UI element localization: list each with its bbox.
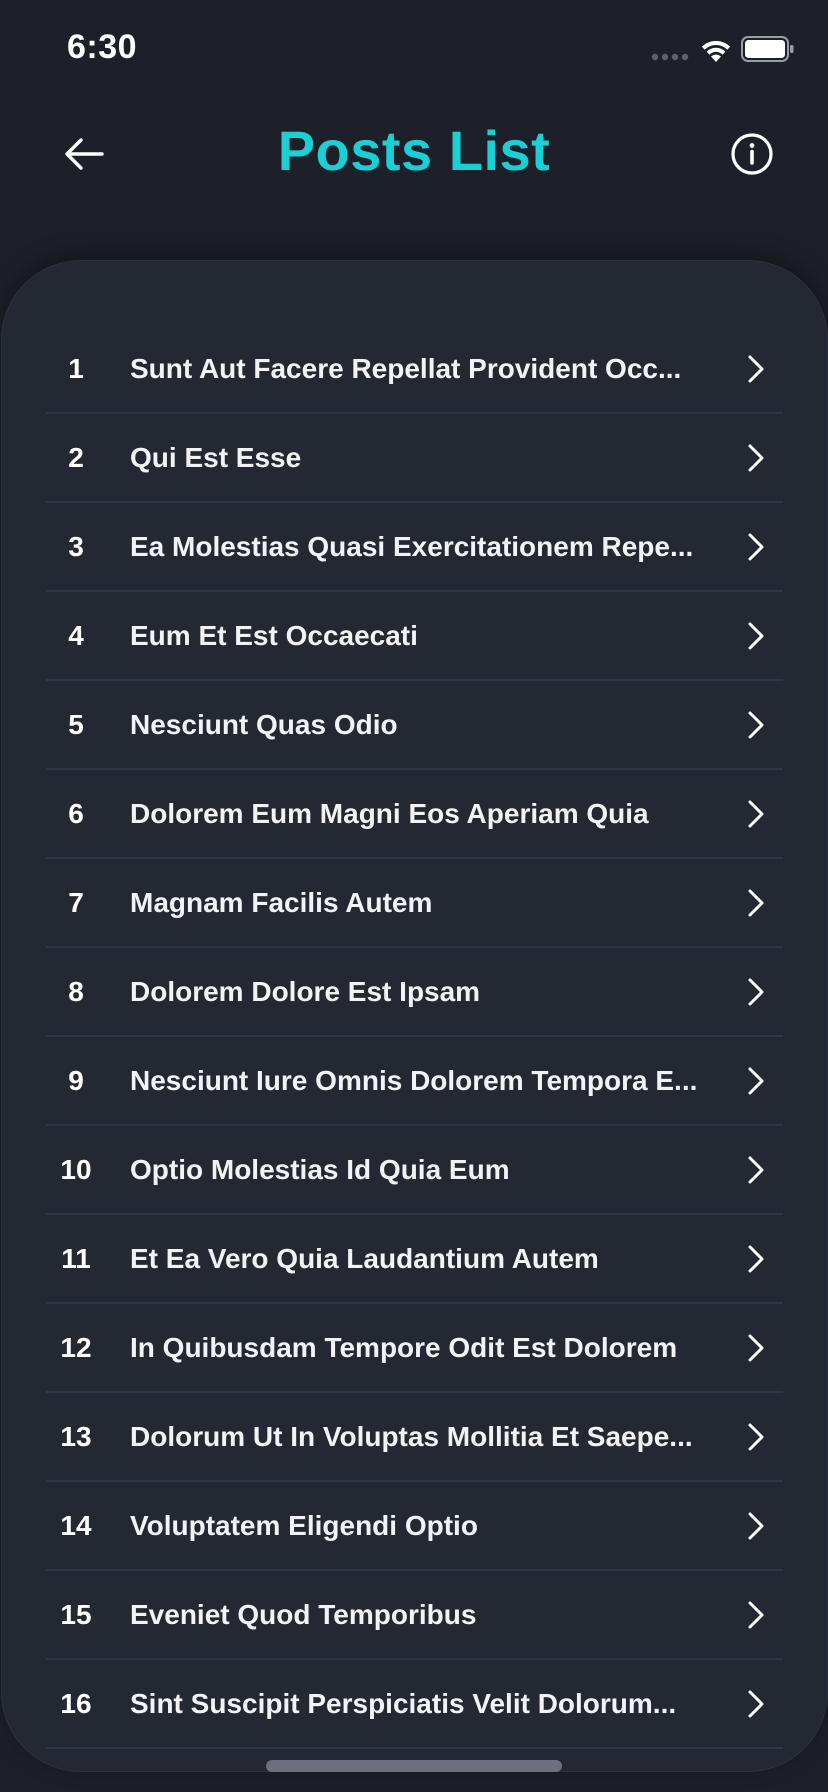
post-title: Dolorem Eum Magni Eos Aperiam Quia xyxy=(130,798,649,829)
post-list-item[interactable]: 2 Qui Est Esse xyxy=(46,414,783,503)
post-list-item[interactable]: 1 Sunt Aut Facere Repellat Provident Occ.… xyxy=(46,325,783,414)
chevron-right-icon xyxy=(748,1423,764,1451)
post-list-item[interactable]: 6 Dolorem Eum Magni Eos Aperiam Quia xyxy=(46,770,783,859)
post-number: 6 xyxy=(68,798,84,829)
info-button[interactable] xyxy=(722,124,782,184)
post-number: 1 xyxy=(68,353,84,384)
post-title: Et Ea Vero Quia Laudantium Autem xyxy=(130,1243,599,1274)
page-title: Posts List xyxy=(277,119,551,182)
post-list-item[interactable]: 8 Dolorem Dolore Est Ipsam xyxy=(46,948,783,1037)
post-list-item[interactable]: 7 Magnam Facilis Autem xyxy=(46,859,783,948)
chevron-right-icon xyxy=(748,1156,764,1184)
post-number: 8 xyxy=(68,976,84,1007)
post-list-item[interactable]: 11 Et Ea Vero Quia Laudantium Autem xyxy=(46,1215,783,1304)
post-title: Dolorum Ut In Voluptas Mollitia Et Saepe… xyxy=(130,1421,693,1452)
posts-list: 1 Sunt Aut Facere Repellat Provident Occ.… xyxy=(2,325,827,1771)
post-list-item[interactable]: 3 Ea Molestias Quasi Exercitationem Repe.… xyxy=(46,503,783,592)
post-number: 15 xyxy=(60,1599,92,1630)
chevron-right-icon xyxy=(748,355,764,383)
post-title: Sunt Aut Facere Repellat Provident Occ..… xyxy=(130,353,682,384)
post-number: 13 xyxy=(60,1421,92,1452)
post-title: Magnam Facilis Autem xyxy=(130,887,433,918)
post-title: In Quibusdam Tempore Odit Est Dolorem xyxy=(130,1332,678,1363)
post-list-item[interactable]: 13 Dolorum Ut In Voluptas Mollitia Et Sae… xyxy=(46,1393,783,1482)
post-number: 10 xyxy=(60,1154,92,1185)
chevron-right-icon xyxy=(748,1067,764,1095)
post-list-item[interactable]: 15 Eveniet Quod Temporibus xyxy=(46,1571,783,1660)
post-number: 14 xyxy=(60,1510,92,1541)
post-number: 11 xyxy=(61,1243,91,1274)
post-number: 7 xyxy=(68,887,84,918)
post-list-item[interactable]: 5 Nesciunt Quas Odio xyxy=(46,681,783,770)
post-number: 5 xyxy=(68,709,84,740)
chevron-right-icon xyxy=(748,800,764,828)
post-title: Dolorem Dolore Est Ipsam xyxy=(130,976,481,1007)
post-number: 17 xyxy=(46,1749,106,1771)
post-number: 12 xyxy=(60,1332,92,1363)
post-number: 2 xyxy=(68,442,84,473)
chevron-right-icon xyxy=(748,1334,764,1362)
post-list-item[interactable]: 12 In Quibusdam Tempore Odit Est Dolorem xyxy=(46,1304,783,1393)
chevron-right-icon xyxy=(748,533,764,561)
chevron-right-icon xyxy=(748,1601,764,1629)
chevron-right-icon xyxy=(748,622,764,650)
chevron-right-icon xyxy=(748,1512,764,1540)
post-list-item[interactable]: 16 Sint Suscipit Perspiciatis Velit Dolor… xyxy=(46,1660,783,1749)
post-number: 4 xyxy=(68,620,84,651)
post-title: Nesciunt Iure Omnis Dolorem Tempora E... xyxy=(130,1065,698,1096)
post-title: Sint Suscipit Perspiciatis Velit Dolorum… xyxy=(130,1688,677,1719)
post-title: Nesciunt Quas Odio xyxy=(130,709,398,740)
post-number: 3 xyxy=(68,531,84,562)
status-time: 6:30 xyxy=(67,28,138,66)
chevron-right-icon xyxy=(748,978,764,1006)
post-title: Eum Et Est Occaecati xyxy=(130,620,418,651)
post-number: 16 xyxy=(60,1688,92,1719)
status-bar: 6:30 xyxy=(0,0,828,100)
chevron-right-icon xyxy=(748,444,764,472)
post-list-item[interactable]: 4 Eum Et Est Occaecati xyxy=(46,592,783,681)
wifi-icon xyxy=(701,40,731,62)
post-number: 9 xyxy=(68,1065,84,1096)
chevron-right-icon xyxy=(748,1245,764,1273)
chevron-right-icon xyxy=(748,1690,764,1718)
post-title: Qui Est Esse xyxy=(130,442,302,473)
post-list-item[interactable]: 9 Nesciunt Iure Omnis Dolorem Tempora E..… xyxy=(46,1037,783,1126)
posts-list-card: 1 Sunt Aut Facere Repellat Provident Occ.… xyxy=(1,260,828,1772)
post-title: Voluptatem Eligendi Optio xyxy=(130,1510,478,1541)
post-title: Eveniet Quod Temporibus xyxy=(130,1599,477,1630)
post-title: Ea Molestias Quasi Exercitationem Repe..… xyxy=(130,531,694,562)
post-list-item[interactable]: 10 Optio Molestias Id Quia Eum xyxy=(46,1126,783,1215)
home-indicator[interactable] xyxy=(266,1760,562,1772)
battery-icon xyxy=(741,36,794,62)
chevron-right-icon xyxy=(748,711,764,739)
chevron-right-icon xyxy=(748,889,764,917)
info-circle-icon xyxy=(731,133,773,175)
post-title: Optio Molestias Id Quia Eum xyxy=(130,1154,510,1185)
post-list-item[interactable]: 14 Voluptatem Eligendi Optio xyxy=(46,1482,783,1571)
cellular-signal-icon xyxy=(651,53,689,61)
